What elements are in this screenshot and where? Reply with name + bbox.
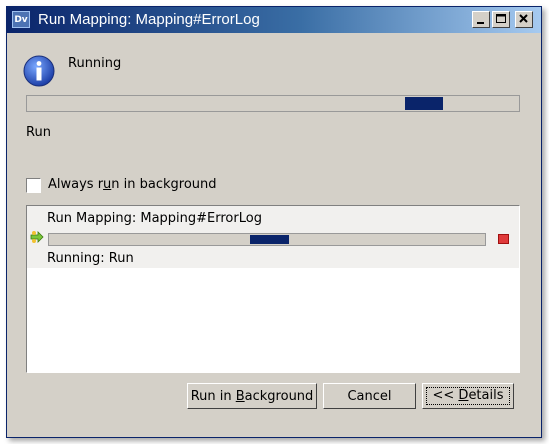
job-progress-chunk bbox=[250, 235, 289, 244]
task-label: Run bbox=[26, 125, 51, 140]
maximize-icon bbox=[496, 14, 506, 23]
status-label: Running bbox=[68, 56, 122, 71]
minimize-button[interactable] bbox=[472, 11, 490, 28]
job-progress-bar bbox=[48, 233, 486, 246]
close-icon bbox=[519, 14, 528, 23]
label-part: n in background bbox=[111, 177, 217, 192]
window-title: Run Mapping: Mapping#ErrorLog bbox=[38, 11, 260, 28]
job-details-panel[interactable]: Run Mapping: Mapping#ErrorLog Running: R… bbox=[26, 205, 520, 373]
title-bar[interactable]: Dv Run Mapping: Mapping#ErrorLog bbox=[7, 7, 541, 33]
label-part: ackground bbox=[244, 388, 314, 404]
run-mapping-icon bbox=[30, 231, 44, 243]
cancel-button[interactable]: Cancel bbox=[323, 383, 416, 409]
stop-icon[interactable] bbox=[498, 234, 509, 244]
label-part: << bbox=[432, 388, 459, 403]
job-status: Running: Run bbox=[47, 251, 134, 266]
mnemonic-letter: D bbox=[458, 388, 469, 403]
close-button[interactable] bbox=[515, 11, 533, 28]
details-button[interactable]: << Details bbox=[422, 383, 514, 409]
label-part: etails bbox=[468, 388, 504, 403]
overall-progress-bar bbox=[26, 95, 520, 112]
info-icon bbox=[23, 55, 55, 87]
mnemonic-letter: B bbox=[235, 388, 245, 404]
always-run-in-background-checkbox[interactable] bbox=[26, 178, 41, 193]
app-icon: Dv bbox=[12, 11, 30, 28]
focus-ring: << Details bbox=[426, 387, 510, 405]
label-part: Run in bbox=[190, 388, 236, 404]
run-in-background-button[interactable]: Run in Background bbox=[187, 383, 317, 409]
label-part: Always r bbox=[48, 177, 104, 192]
job-name: Run Mapping: Mapping#ErrorLog bbox=[47, 211, 262, 226]
minimize-icon bbox=[477, 22, 484, 24]
overall-progress-chunk bbox=[405, 97, 443, 110]
run-mapping-dialog: Dv Run Mapping: Mapping#ErrorLog Running… bbox=[6, 6, 542, 438]
always-run-in-background-label[interactable]: Always run in background bbox=[48, 177, 217, 192]
maximize-button[interactable] bbox=[492, 11, 510, 28]
job-item[interactable]: Run Mapping: Mapping#ErrorLog Running: R… bbox=[27, 206, 519, 268]
